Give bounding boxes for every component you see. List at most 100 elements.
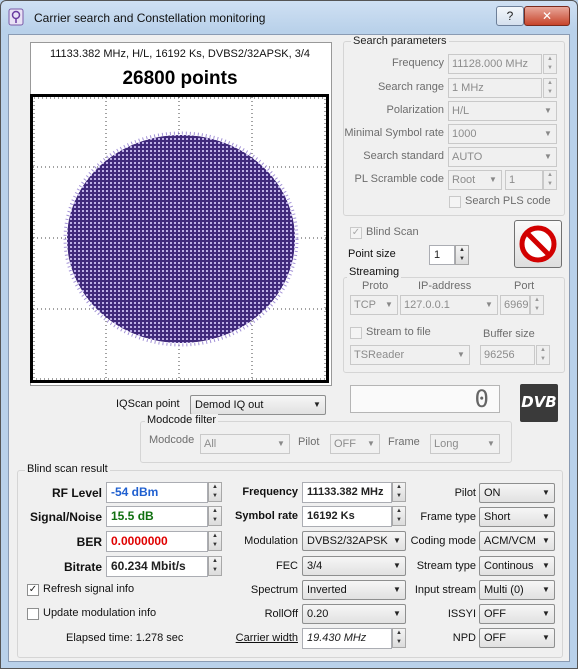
chevron-down-icon: ▼ bbox=[544, 106, 552, 115]
stream-to-file-checkbox[interactable] bbox=[350, 327, 362, 339]
chevron-down-icon: ▼ bbox=[393, 609, 401, 618]
pl-scramble-mode-select[interactable]: Root ▼ bbox=[448, 170, 502, 190]
dvb-logo-text: DVB bbox=[521, 393, 557, 411]
iqscan-label: IQScan point bbox=[116, 398, 180, 410]
modulation-label: Modulation bbox=[244, 535, 298, 547]
update-modulation-checkbox[interactable] bbox=[27, 608, 39, 620]
modcode-value: All bbox=[204, 438, 217, 450]
rolloff-select[interactable]: 0.20 ▼ bbox=[302, 604, 406, 624]
blind-scan-checkbox[interactable]: ✓ bbox=[350, 227, 362, 239]
polarization-label: Polarization bbox=[386, 104, 444, 116]
signal-noise-label: Signal/Noise bbox=[29, 510, 102, 524]
carrier-width-link[interactable]: Carrier width bbox=[222, 632, 298, 644]
modcode-select[interactable]: All ▼ bbox=[200, 434, 290, 454]
frequency-input[interactable]: 11128.000 MHz bbox=[448, 54, 542, 74]
refresh-signal-label: Refresh signal info bbox=[43, 583, 135, 595]
polarization-select[interactable]: H/L ▼ bbox=[448, 101, 557, 121]
iqscan-select[interactable]: Demod IQ out ▼ bbox=[190, 395, 326, 415]
coding-mode-select[interactable]: ACM/VCM ▼ bbox=[479, 531, 555, 551]
pilot-filter-label: Pilot bbox=[298, 436, 320, 448]
help-button[interactable]: ? bbox=[496, 6, 524, 26]
iqscan-value: Demod IQ out bbox=[195, 399, 264, 411]
pl-scramble-label: PL Scramble code bbox=[354, 173, 444, 185]
blind-scan-label: Blind Scan bbox=[366, 226, 419, 238]
chevron-down-icon: ▼ bbox=[457, 350, 465, 359]
chevron-down-icon: ▼ bbox=[393, 561, 401, 570]
chevron-down-icon: ▼ bbox=[313, 400, 321, 409]
buffer-size-spinner[interactable]: ▲ ▼ bbox=[536, 345, 550, 365]
spectrum-select[interactable]: Inverted ▼ bbox=[302, 580, 406, 600]
modulation-value: DVBS2/32APSK bbox=[307, 535, 388, 547]
frame-filter-value: Long bbox=[434, 438, 459, 450]
symbol-rate-value: 16192 Ks bbox=[302, 506, 392, 527]
modulation-select[interactable]: DVBS2/32APSK ▼ bbox=[302, 531, 406, 551]
search-pls-checkbox[interactable] bbox=[449, 196, 461, 208]
ip-address-value: 127.0.0.1 bbox=[404, 299, 450, 311]
frequency-result-label: Frequency bbox=[242, 486, 298, 498]
chevron-down-icon: ▼ bbox=[542, 512, 550, 521]
bitrate-spinner[interactable]: ▲ ▼ bbox=[208, 556, 222, 576]
point-size-input[interactable]: 1 bbox=[429, 245, 455, 265]
close-button[interactable]: ✕ bbox=[524, 6, 570, 26]
point-size-spinner[interactable]: ▲ ▼ bbox=[455, 245, 469, 265]
chevron-down-icon: ▼ bbox=[544, 152, 552, 161]
pilot-filter-select[interactable]: OFF ▼ bbox=[330, 434, 380, 454]
pl-scramble-spinner[interactable]: ▲ ▼ bbox=[543, 170, 557, 190]
pl-scramble-code-input[interactable]: 1 bbox=[505, 170, 543, 190]
ber-label: BER bbox=[76, 535, 102, 549]
fec-label: FEC bbox=[276, 560, 298, 572]
port-spinner[interactable]: ▲ ▼ bbox=[530, 295, 544, 315]
signal-noise-spinner[interactable]: ▲ ▼ bbox=[208, 506, 222, 526]
stream-type-select[interactable]: Continous ▼ bbox=[479, 556, 555, 576]
ip-address-select[interactable]: 127.0.0.1 ▼ bbox=[400, 295, 498, 315]
search-range-input[interactable]: 1 MHz bbox=[448, 78, 542, 98]
issyi-select[interactable]: OFF ▼ bbox=[479, 604, 555, 624]
pilot-filter-value: OFF bbox=[334, 438, 356, 450]
npd-select[interactable]: OFF ▼ bbox=[479, 628, 555, 648]
stream-type-label: Stream type bbox=[416, 560, 476, 572]
min-symbol-rate-value: 1000 bbox=[452, 128, 477, 140]
search-standard-select[interactable]: AUTO ▼ bbox=[448, 147, 557, 167]
stop-button[interactable] bbox=[514, 220, 562, 268]
stop-icon bbox=[519, 225, 557, 263]
search-range-spinner[interactable]: ▲ ▼ bbox=[543, 78, 557, 98]
frequency-label: Frequency bbox=[392, 57, 444, 69]
signal-noise-value: 15.5 dB bbox=[106, 506, 208, 527]
proto-select[interactable]: TCP ▼ bbox=[350, 295, 398, 315]
frame-filter-select[interactable]: Long ▼ bbox=[430, 434, 500, 454]
window-title: Carrier search and Constellation monitor… bbox=[34, 11, 266, 25]
frame-type-select[interactable]: Short ▼ bbox=[479, 507, 555, 527]
search-standard-value: AUTO bbox=[452, 151, 483, 163]
port-label: Port bbox=[514, 280, 535, 292]
frame-type-label: Frame type bbox=[420, 511, 476, 523]
port-input[interactable]: 6969 bbox=[500, 295, 530, 315]
ber-value: 0.0000000 bbox=[106, 531, 208, 552]
modcode-filter-title: Modcode filter bbox=[145, 414, 219, 426]
ber-spinner[interactable]: ▲ ▼ bbox=[208, 531, 222, 551]
min-symbol-rate-select[interactable]: 1000 ▼ bbox=[448, 124, 557, 144]
chevron-down-icon: ▼ bbox=[542, 609, 550, 618]
input-stream-value: Multi (0) bbox=[484, 584, 524, 596]
constellation-info: 11133.382 MHz, H/L, 16192 Ks, DVBS2/32AP… bbox=[49, 48, 311, 60]
rf-level-value: -54 dBm bbox=[106, 482, 208, 503]
buffer-size-input[interactable]: 96256 bbox=[480, 345, 535, 365]
bitrate-value: 60.234 Mbit/s bbox=[106, 556, 208, 577]
proto-value: TCP bbox=[354, 299, 376, 311]
refresh-signal-checkbox[interactable]: ✓ bbox=[27, 584, 39, 596]
input-stream-select[interactable]: Multi (0) ▼ bbox=[479, 580, 555, 600]
stream-target-select[interactable]: TSReader ▼ bbox=[350, 345, 470, 365]
dvb-logo: DVB bbox=[520, 384, 558, 422]
min-symbol-rate-label: Minimal Symbol rate bbox=[344, 127, 444, 139]
ip-address-label: IP-address bbox=[418, 280, 472, 292]
constellation-plot bbox=[33, 97, 326, 380]
issyi-label: ISSYI bbox=[447, 608, 476, 620]
stream-target-value: TSReader bbox=[354, 349, 405, 361]
pilot-select[interactable]: ON ▼ bbox=[479, 483, 555, 503]
fec-select[interactable]: 3/4 ▼ bbox=[302, 556, 406, 576]
fec-value: 3/4 bbox=[307, 560, 323, 572]
stream-type-value: Continous bbox=[484, 560, 534, 572]
signal-counter-display: 0 bbox=[350, 385, 500, 413]
rf-level-label: RF Level bbox=[51, 486, 102, 500]
frequency-spinner[interactable]: ▲ ▼ bbox=[543, 54, 557, 74]
rf-level-spinner[interactable]: ▲ ▼ bbox=[208, 482, 222, 502]
